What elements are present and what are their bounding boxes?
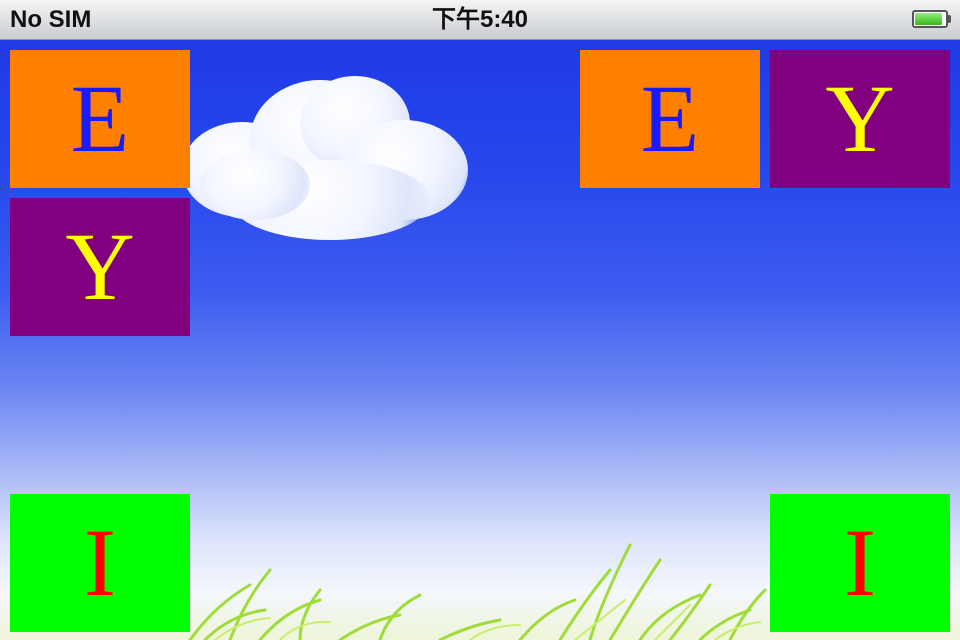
tile-letter: Y: [65, 213, 135, 320]
tile-letter: I: [844, 509, 876, 616]
letter-tile-y-top-right[interactable]: Y: [770, 50, 950, 188]
tile-letter: E: [640, 65, 700, 172]
letter-tile-i-bottom-left[interactable]: I: [10, 494, 190, 632]
letter-tile-i-bottom-right[interactable]: I: [770, 494, 950, 632]
app-screen: No SIM 下午5:40 E Y E Y I I: [0, 0, 960, 640]
tile-letter: I: [84, 509, 116, 616]
clock-label: 下午5:40: [431, 6, 529, 33]
battery-tip: [948, 15, 951, 23]
letter-tile-e-top-right[interactable]: E: [580, 50, 760, 188]
tile-letter: E: [70, 65, 130, 172]
letter-tile-y-left[interactable]: Y: [10, 198, 190, 336]
battery-icon: [912, 10, 948, 28]
tile-letter: Y: [825, 65, 895, 172]
status-bar: No SIM 下午5:40: [0, 0, 960, 40]
battery-level-fill: [915, 13, 942, 25]
letter-tile-e-top-left[interactable]: E: [10, 50, 190, 188]
